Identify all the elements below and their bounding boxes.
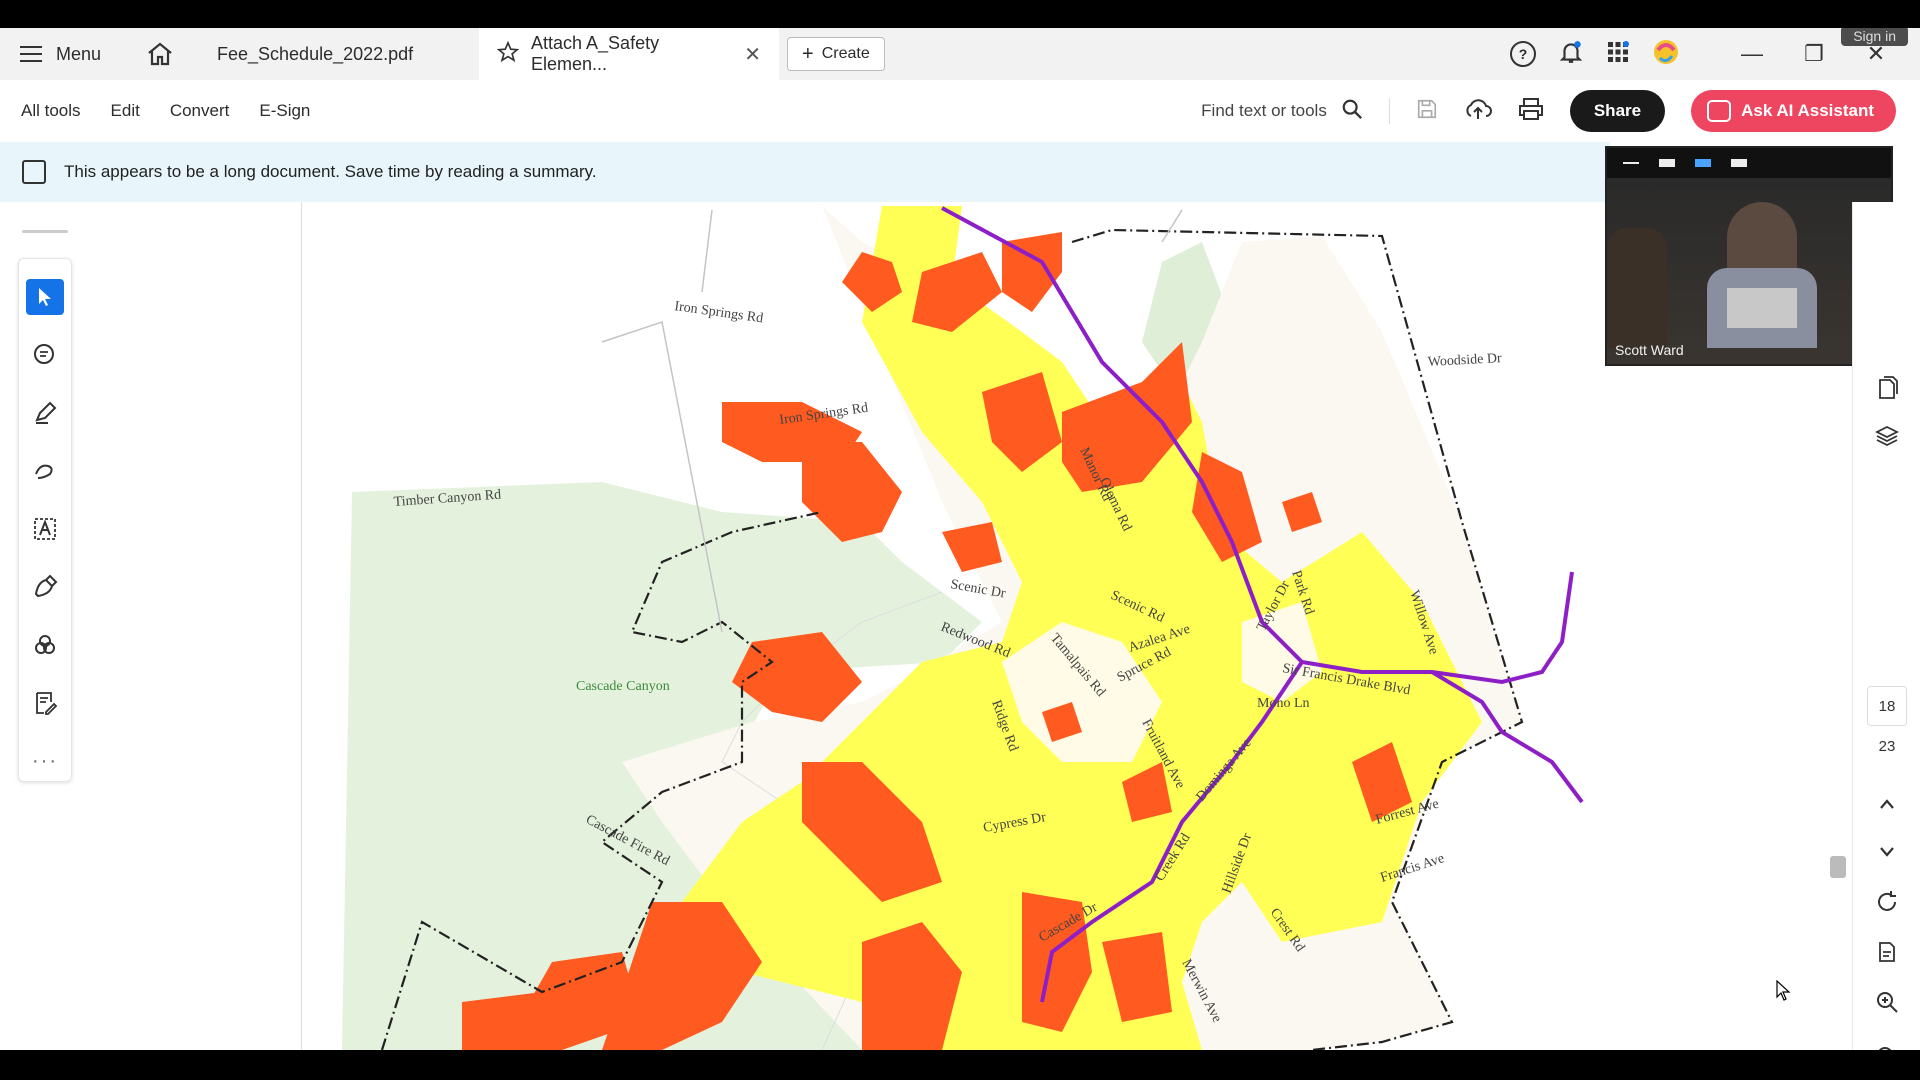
right-rail: 18 23 bbox=[1852, 202, 1920, 1050]
ask-ai-assistant-button[interactable]: Ask AI Assistant bbox=[1691, 90, 1896, 132]
participant-video bbox=[1607, 178, 1891, 364]
layers-icon[interactable] bbox=[1871, 420, 1903, 452]
screen-bottom-bar bbox=[0, 1050, 1920, 1080]
menu-convert[interactable]: Convert bbox=[170, 101, 230, 121]
current-page-input[interactable]: 18 bbox=[1867, 686, 1907, 726]
zoom-out-icon[interactable] bbox=[1871, 1036, 1903, 1050]
menu-esign[interactable]: E-Sign bbox=[259, 101, 310, 121]
scrollbar-thumb[interactable] bbox=[1830, 856, 1846, 878]
minimize-icon[interactable]: — bbox=[1732, 41, 1772, 67]
more-tools-icon[interactable]: ··· bbox=[26, 743, 64, 779]
acrobat-window: Menu Fee_Schedule_2022.pdf Attach A_Safe… bbox=[0, 28, 1920, 1050]
close-tab-icon[interactable]: ✕ bbox=[744, 42, 761, 67]
help-icon[interactable]: ? bbox=[1510, 41, 1536, 67]
map-label-cascade-canyon: Cascade Canyon bbox=[576, 679, 670, 694]
ai-assistant-icon bbox=[1707, 100, 1732, 122]
tab-label: Attach A_Safety Elemen... bbox=[531, 33, 660, 74]
share-button[interactable]: Share bbox=[1569, 90, 1666, 132]
print-icon[interactable] bbox=[1518, 97, 1544, 126]
draw-freehand-icon[interactable] bbox=[26, 453, 64, 489]
mouse-cursor-icon bbox=[1776, 979, 1792, 1007]
create-label: Create bbox=[821, 45, 870, 62]
fire-hazard-map: Iron Springs Rd Iron Springs Rd Timber C… bbox=[342, 206, 1584, 1050]
notifications-icon[interactable] bbox=[1558, 39, 1584, 70]
hamburger-icon bbox=[20, 46, 42, 62]
restore-icon[interactable]: ❐ bbox=[1794, 41, 1834, 67]
edit-pdf-icon[interactable] bbox=[26, 685, 64, 721]
organize-icon[interactable] bbox=[26, 627, 64, 663]
compact-view-icon[interactable] bbox=[1659, 159, 1675, 167]
upload-cloud-icon[interactable] bbox=[1464, 97, 1492, 126]
text-box-icon[interactable] bbox=[26, 511, 64, 547]
pdf-page-map[interactable]: Iron Springs Rd Iron Springs Rd Timber C… bbox=[302, 202, 1617, 1050]
screen-top-bar bbox=[0, 0, 1920, 28]
map-label: Iron Springs Rd bbox=[673, 299, 764, 326]
map-label: Mono Ln bbox=[1257, 696, 1310, 711]
star-icon[interactable] bbox=[496, 40, 520, 68]
summary-banner: This appears to be a long document. Save… bbox=[0, 142, 1610, 202]
toolbar-right: Find text or tools Share Ask AI Assistan… bbox=[1201, 90, 1896, 132]
avatar[interactable] bbox=[1652, 38, 1680, 71]
menu-label: Menu bbox=[56, 43, 102, 64]
zoom-in-icon[interactable] bbox=[1871, 986, 1903, 1018]
find-label: Find text or tools bbox=[1201, 101, 1327, 120]
participant-name: Scott Ward bbox=[1615, 342, 1684, 358]
select-tool[interactable] bbox=[26, 279, 64, 315]
minimize-video-icon[interactable] bbox=[1623, 162, 1639, 164]
background-person bbox=[1607, 228, 1667, 348]
page-thumbnails-icon[interactable] bbox=[1871, 372, 1903, 404]
create-button[interactable]: + Create bbox=[787, 37, 885, 71]
sign-in-button[interactable]: Sign in bbox=[1841, 28, 1908, 46]
divider bbox=[1388, 98, 1390, 124]
page-display-icon[interactable] bbox=[1871, 936, 1903, 968]
parcel-line bbox=[701, 209, 713, 293]
find-text-or-tools[interactable]: Find text or tools bbox=[1201, 98, 1363, 125]
toolbar-menu: All tools Edit Convert E-Sign bbox=[21, 101, 310, 121]
tab-bar-right: ? — ❐ ✕ bbox=[1510, 38, 1896, 71]
video-call-overlay[interactable]: Scott Ward bbox=[1605, 146, 1893, 366]
tab-fee-schedule[interactable]: Fee_Schedule_2022.pdf bbox=[199, 28, 479, 80]
summary-icon bbox=[22, 160, 46, 184]
menu-edit[interactable]: Edit bbox=[111, 101, 140, 121]
save-icon[interactable] bbox=[1416, 98, 1438, 125]
ai-label: Ask AI Assistant bbox=[1741, 101, 1874, 120]
rotate-icon[interactable] bbox=[1871, 886, 1903, 918]
video-layout-controls bbox=[1607, 148, 1891, 178]
tab-label: Fee_Schedule_2022.pdf bbox=[217, 43, 414, 64]
menu-all-tools[interactable]: All tools bbox=[21, 101, 81, 121]
chevron-down-icon[interactable] bbox=[1871, 836, 1903, 868]
laptop bbox=[1727, 288, 1797, 328]
highlight-pen-icon[interactable] bbox=[26, 395, 64, 431]
home-icon[interactable] bbox=[145, 39, 175, 69]
map-label: Woodside Dr bbox=[1427, 351, 1502, 370]
search-icon bbox=[1341, 98, 1363, 125]
total-pages: 23 bbox=[1878, 738, 1896, 755]
tab-safety-element[interactable]: Attach A_Safety Elemen... ✕ bbox=[479, 28, 779, 80]
parcel-line bbox=[1161, 209, 1183, 243]
menu-button[interactable]: Menu bbox=[20, 44, 130, 65]
rail-handle[interactable] bbox=[22, 230, 68, 233]
grid-view-icon[interactable] bbox=[1731, 159, 1747, 167]
quick-tools-rail: ··· bbox=[18, 258, 72, 782]
plus-icon: + bbox=[802, 42, 814, 65]
speaker-view-icon[interactable] bbox=[1695, 159, 1711, 167]
comment-tool[interactable] bbox=[26, 337, 64, 373]
apps-grid-icon[interactable] bbox=[1606, 40, 1630, 69]
chevron-up-icon[interactable] bbox=[1871, 788, 1903, 820]
tab-bar: Menu Fee_Schedule_2022.pdf Attach A_Safe… bbox=[0, 28, 1920, 80]
fill-sign-icon[interactable] bbox=[26, 569, 64, 605]
banner-text[interactable]: This appears to be a long document. Save… bbox=[64, 162, 597, 182]
main-toolbar: All tools Edit Convert E-Sign Find text … bbox=[0, 80, 1920, 142]
